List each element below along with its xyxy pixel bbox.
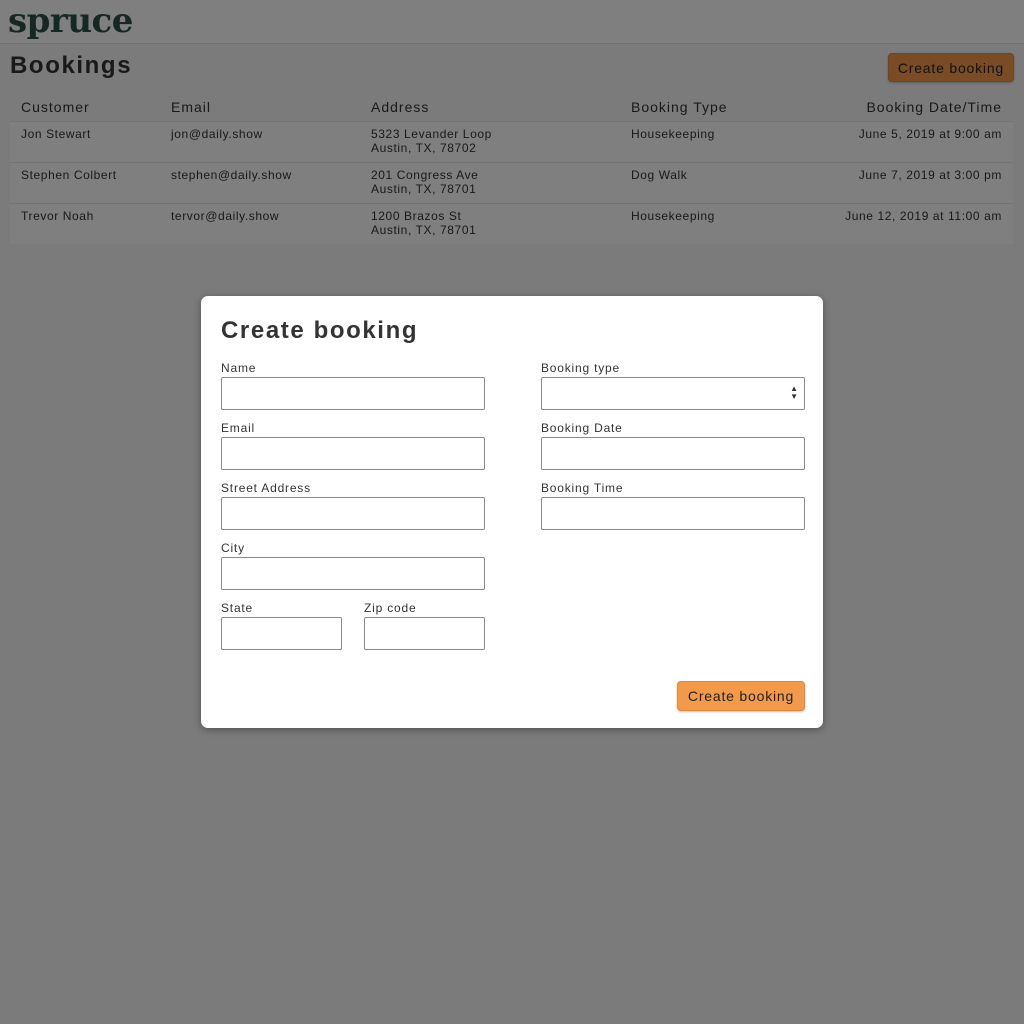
- city-input[interactable]: [221, 557, 485, 590]
- name-field-group: Name: [221, 361, 485, 410]
- booking-type-label: Booking type: [541, 361, 620, 375]
- booking-date-input[interactable]: [541, 437, 805, 470]
- name-label: Name: [221, 361, 257, 375]
- state-label: State: [221, 601, 254, 615]
- email-label: Email: [221, 421, 256, 435]
- email-input[interactable]: [221, 437, 485, 470]
- select-arrows-icon: ▲ ▼: [790, 384, 798, 401]
- zip-code-label: Zip code: [364, 601, 417, 615]
- booking-type-field-group: Booking type ▲ ▼: [541, 361, 805, 410]
- city-field-group: City: [221, 541, 485, 590]
- email-field-group: Email: [221, 421, 485, 470]
- booking-time-input[interactable]: [541, 497, 805, 530]
- booking-date-field-group: Booking Date: [541, 421, 805, 470]
- app: spruce Bookings Create booking Customer …: [0, 0, 1024, 1024]
- booking-time-label: Booking Time: [541, 481, 624, 495]
- create-booking-dialog: Create booking Name Email Street Address…: [201, 296, 823, 728]
- street-address-field-group: Street Address: [221, 481, 485, 530]
- street-address-input[interactable]: [221, 497, 485, 530]
- booking-time-field-group: Booking Time: [541, 481, 805, 530]
- booking-type-select[interactable]: ▲ ▼: [541, 377, 805, 410]
- city-label: City: [221, 541, 245, 555]
- name-input[interactable]: [221, 377, 485, 410]
- street-address-label: Street Address: [221, 481, 311, 495]
- zip-code-field-group: Zip code: [364, 601, 485, 650]
- dialog-title: Create booking: [221, 317, 419, 344]
- state-input[interactable]: [221, 617, 342, 650]
- state-field-group: State: [221, 601, 342, 650]
- submit-create-booking-button[interactable]: Create booking: [677, 681, 805, 711]
- zip-code-input[interactable]: [364, 617, 485, 650]
- booking-date-label: Booking Date: [541, 421, 623, 435]
